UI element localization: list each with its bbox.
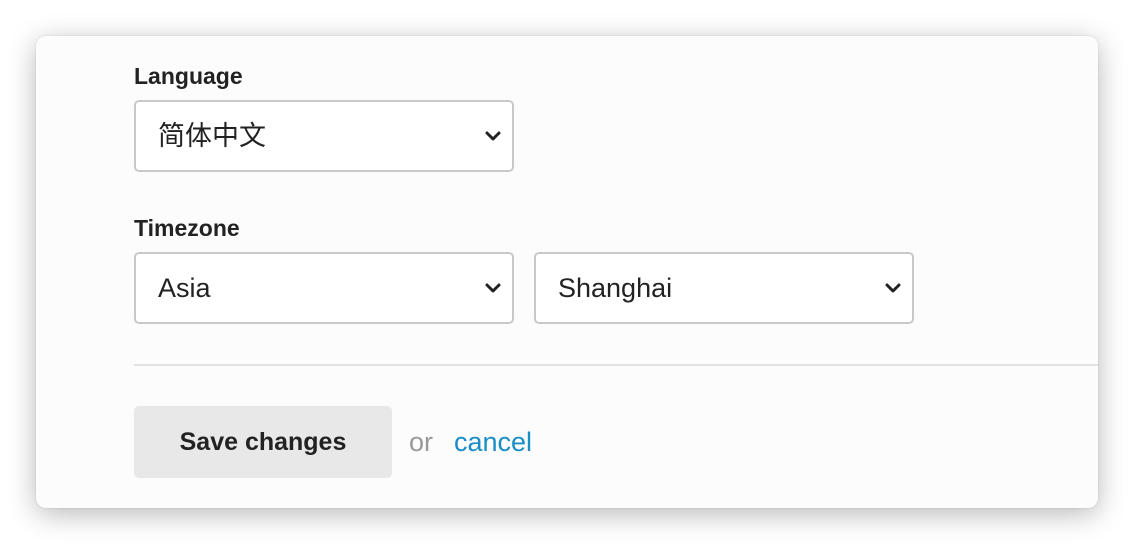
cancel-link[interactable]: cancel: [454, 406, 532, 478]
save-changes-button[interactable]: Save changes: [134, 406, 392, 478]
or-separator: or: [409, 427, 434, 457]
language-select[interactable]: 简体中文: [134, 100, 514, 172]
form-divider: [134, 364, 1098, 366]
timezone-city-value: Shanghai: [558, 273, 673, 303]
chevron-down-icon: [485, 283, 501, 293]
timezone-region-select[interactable]: Asia: [134, 252, 514, 324]
language-label: Language: [134, 63, 243, 89]
timezone-region-value: Asia: [158, 273, 211, 303]
chevron-down-icon: [885, 283, 901, 293]
timezone-city-select[interactable]: Shanghai: [534, 252, 914, 324]
chevron-down-icon: [485, 131, 501, 141]
settings-panel: Language 简体中文 Timezone Asia Shanghai Sav…: [36, 36, 1098, 508]
language-select-value: 简体中文: [158, 121, 266, 151]
timezone-label: Timezone: [134, 215, 240, 241]
